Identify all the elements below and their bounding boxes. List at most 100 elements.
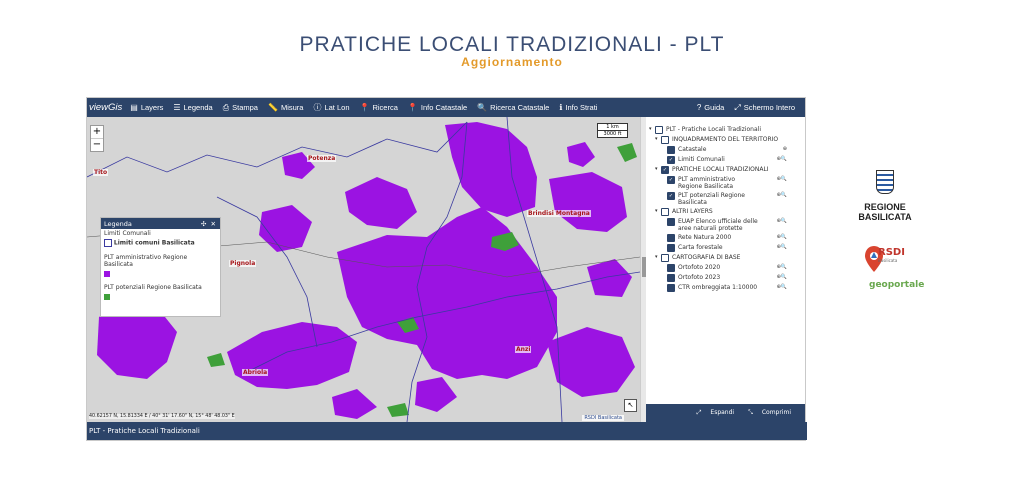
tree-layer-natura[interactable]: Rete Natura 2000 ⊕🔍 bbox=[646, 234, 805, 242]
toolbar-ricerca-catastale-button[interactable]: 🔍 Ricerca Catastale bbox=[477, 103, 549, 112]
zoom-in-button[interactable]: + bbox=[91, 126, 103, 139]
rsdi-label: RSDI bbox=[878, 247, 905, 258]
tree-layer-ortofoto2020[interactable]: Ortofoto 2020 ⊕🔍 bbox=[646, 264, 805, 272]
collapse-button[interactable]: ⤡ Comprimi bbox=[748, 409, 798, 417]
collapse-icon[interactable]: ▾ bbox=[655, 208, 660, 215]
toolbar-info-strati-button[interactable]: ℹ Info Strati bbox=[559, 103, 597, 112]
toolbar-legenda-button[interactable]: ☰ Legenda bbox=[173, 103, 212, 112]
scale-bar: 1 km 3000 ft bbox=[597, 123, 628, 138]
fullscreen-icon: ⤢ bbox=[734, 102, 741, 112]
viewgis-logo: viewGis bbox=[89, 102, 123, 113]
place-label: Brindisi Montagna bbox=[527, 210, 591, 217]
rsdi-sub-label: Basilicata bbox=[878, 258, 898, 263]
place-label: Potenza bbox=[307, 155, 337, 162]
legend-item: PLT amministrativo Regione Basilicata bbox=[104, 254, 188, 268]
zoom-control: + − bbox=[90, 125, 104, 152]
layers-icon: ▤ bbox=[130, 103, 138, 112]
region-label: REGIONE BASILICATA bbox=[858, 202, 912, 222]
status-bar: PLT - Pratiche Locali Tradizionali bbox=[87, 422, 807, 440]
layer-actions-icon[interactable]: ⊕🔍 bbox=[777, 274, 787, 281]
tree-group[interactable]: ▾ ALTRI LAYERS bbox=[646, 208, 805, 216]
layer-actions-icon[interactable]: ⊕🔍 bbox=[777, 176, 787, 183]
collapse-icon[interactable]: ▾ bbox=[655, 136, 660, 143]
layer-checkbox[interactable] bbox=[667, 218, 675, 226]
zoom-out-button[interactable]: − bbox=[91, 139, 103, 151]
layer-checkbox[interactable]: ✓ bbox=[667, 192, 675, 200]
layer-actions-icon[interactable]: ⊕🔍 bbox=[777, 244, 787, 251]
toolbar-fullscreen-button[interactable]: ⤢ Schermo Intero bbox=[734, 103, 795, 113]
layer-actions-icon[interactable]: ⊕🔍 bbox=[777, 156, 787, 163]
map-canvas[interactable]: + − 1 km 3000 ft Tito Potenza Brindisi M… bbox=[87, 117, 640, 422]
tree-layer-ortofoto2023[interactable]: Ortofoto 2023 ⊕🔍 bbox=[646, 274, 805, 282]
layer-actions-icon[interactable]: ⊕🔍 bbox=[777, 218, 787, 225]
expand-icon: ⤢ bbox=[696, 409, 702, 416]
layer-checkbox[interactable] bbox=[667, 244, 675, 252]
tree-layer-ctr[interactable]: CTR ombreggiata 1:10000 ⊕🔍 bbox=[646, 284, 805, 292]
tree-group[interactable]: ▾ ✓ PRATICHE LOCALI TRADIZIONALI bbox=[646, 166, 805, 174]
tree-layer-euap[interactable]: EUAP Elenco ufficiale delle aree natural… bbox=[646, 218, 805, 232]
legend-controls: ✣ ✕ bbox=[201, 220, 216, 228]
info-icon: ℹ bbox=[559, 103, 563, 112]
rsdi-geoportale-logo: RSDI Basilicata geoportale bbox=[864, 244, 924, 294]
tree-layer-plt-pot[interactable]: ✓ PLT potenziali Regione Basilicata ⊕🔍 bbox=[646, 192, 805, 206]
tree-layer-forestale[interactable]: Carta forestale ⊕🔍 bbox=[646, 244, 805, 252]
collapse-icon[interactable]: ▾ bbox=[655, 254, 660, 261]
layer-actions-icon[interactable]: ⊕🔍 bbox=[777, 284, 787, 291]
place-label: Anzi bbox=[515, 346, 532, 353]
legend-item: Limiti comuni Basilicata bbox=[101, 238, 220, 248]
ruler-icon: 📏 bbox=[267, 103, 278, 112]
close-icon[interactable]: ✕ bbox=[211, 220, 216, 228]
toolbar-ricerca-button[interactable]: 📍 Ricerca bbox=[360, 103, 398, 112]
toolbar-layers-button[interactable]: ▤ Layers bbox=[130, 103, 163, 112]
toolbar-misura-button[interactable]: 📏 Misura bbox=[268, 103, 303, 112]
map-attribution[interactable]: RSDI Basilicata bbox=[582, 415, 624, 421]
page-subtitle: Aggiornamento bbox=[461, 55, 563, 69]
layer-checkbox[interactable]: ✓ bbox=[667, 176, 675, 184]
layer-actions-icon[interactable]: ⊕🔍 bbox=[777, 234, 787, 241]
collapse-icon[interactable]: ▾ bbox=[655, 166, 660, 173]
toolbar-latlon-button[interactable]: ⓘ Lat Lon bbox=[313, 102, 349, 113]
place-label: Abriola bbox=[242, 369, 269, 376]
expand-map-icon[interactable]: ↖ bbox=[624, 399, 637, 412]
regione-basilicata-logo: REGIONE BASILICATA bbox=[840, 170, 930, 222]
legend-item: PLT potenziali Regione Basilicata bbox=[104, 284, 202, 291]
legend-title: Legenda bbox=[104, 219, 132, 228]
toolbar-info-catastale-button[interactable]: 📍 Info Catastale bbox=[408, 103, 467, 112]
collapse-icon[interactable]: ▾ bbox=[649, 126, 654, 133]
layer-tree-panel: ▾ PLT - Pratiche Locali Tradizionali ▾ INQ… bbox=[646, 117, 805, 404]
collapse-icon: ⤡ bbox=[748, 409, 753, 416]
help-icon: ? bbox=[696, 103, 702, 112]
toolbar-guida-button[interactable]: ? Guida bbox=[697, 103, 724, 113]
tree-group[interactable]: ▾ INQUADRAMENTO DEL TERRITORIO bbox=[646, 136, 805, 144]
pin-icon[interactable]: ✣ bbox=[201, 220, 206, 228]
expand-button[interactable]: ⤢ Espandi bbox=[697, 409, 741, 417]
layer-checkbox[interactable] bbox=[667, 274, 675, 282]
layer-actions-icon[interactable]: ⊕ bbox=[783, 146, 787, 153]
pin-icon: 📍 bbox=[407, 103, 418, 112]
tree-layer-plt-amm[interactable]: ✓ PLT amministrativo Regione Basilicata ⊕🔍 bbox=[646, 176, 805, 190]
viewgis-app: viewGis ▤ Layers ☰ Legenda ⎙ Stampa 📏 Misura… bbox=[86, 97, 807, 441]
pin-icon: 📍 bbox=[359, 103, 370, 112]
layer-checkbox[interactable] bbox=[667, 264, 675, 272]
place-label: Pignola bbox=[229, 260, 257, 267]
crest-icon bbox=[876, 170, 894, 194]
tree-group[interactable]: ▾ CARTOGRAFIA DI BASE bbox=[646, 254, 805, 262]
toolbar-stampa-button[interactable]: ⎙ Stampa bbox=[223, 103, 258, 113]
layer-checkbox[interactable] bbox=[667, 234, 675, 242]
layer-actions-icon[interactable]: ⊕🔍 bbox=[777, 264, 787, 271]
info-icon: ⓘ bbox=[313, 103, 322, 112]
page-title: PRATICHE LOCALI TRADIZIONALI - PLT bbox=[299, 33, 725, 56]
scale-km: 1 km bbox=[598, 124, 627, 131]
list-icon: ☰ bbox=[173, 103, 181, 112]
legend-header[interactable]: Legenda ✣ ✕ bbox=[101, 218, 220, 229]
layer-actions-icon[interactable]: ⊕🔍 bbox=[777, 192, 787, 199]
tree-root[interactable]: ▾ PLT - Pratiche Locali Tradizionali bbox=[646, 126, 805, 134]
tree-layer-catastale[interactable]: Catastale ⊕ bbox=[646, 146, 805, 154]
place-label: Tito bbox=[93, 169, 109, 176]
search-icon: 🔍 bbox=[477, 103, 488, 112]
tree-layer-limiti[interactable]: ✓ Limiti Comunali ⊕🔍 bbox=[646, 156, 805, 164]
layer-checkbox[interactable] bbox=[667, 284, 675, 292]
layer-checkbox[interactable] bbox=[667, 146, 675, 154]
legend-window: Legenda ✣ ✕ Limiti Comunali Limiti comun… bbox=[100, 217, 221, 317]
layer-checkbox[interactable]: ✓ bbox=[667, 156, 675, 164]
